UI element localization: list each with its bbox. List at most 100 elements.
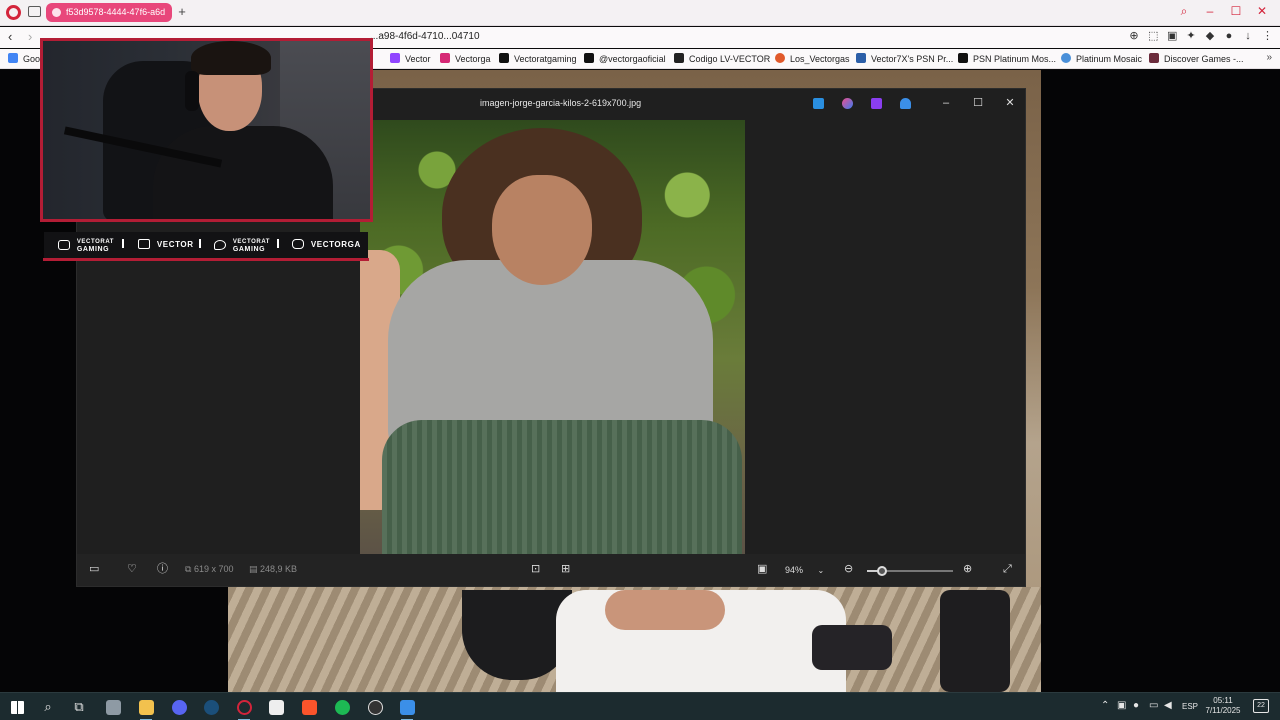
- twitch-icon: [138, 239, 150, 249]
- image-pants: [382, 420, 742, 555]
- bookmark-platinum-mosaic[interactable]: Platinum Mosaic: [1061, 53, 1142, 64]
- snapshot-icon[interactable]: ⬚: [1148, 30, 1158, 42]
- stream-socials-bar: VECTORAT GAMING VECTOR VECTORAT GAMING VEC…: [44, 232, 368, 258]
- reddit-icon: [775, 53, 785, 63]
- chevron-up-icon[interactable]: ⌃: [1101, 700, 1109, 711]
- zoom-slider-thumb[interactable]: [876, 566, 887, 576]
- tab-title: f53d9578-4444-47f6-a6d: [66, 7, 166, 17]
- file-info-icon[interactable]: ⓘ: [157, 562, 168, 576]
- discord-icon[interactable]: [170, 698, 188, 716]
- chevron-down-icon: ⌄: [817, 566, 825, 575]
- bookmark-google[interactable]: Goo: [8, 53, 40, 64]
- screen: f53d9578-4444-47f6-a6d + ⌕ – ☐ ✕ ‹ › ...…: [0, 0, 1280, 720]
- zoom-level-dropdown[interactable]: 94% ⌄: [783, 562, 833, 578]
- tray-app-icon[interactable]: ▣: [1117, 700, 1126, 711]
- url-field[interactable]: ...a98-4f6d-4710...04710: [370, 31, 480, 42]
- webcam-streamer-hair: [191, 41, 271, 75]
- windows-start-icon[interactable]: [8, 698, 26, 716]
- file-manager-icon[interactable]: [104, 698, 122, 716]
- zoom-icon[interactable]: ⊕: [1129, 30, 1139, 42]
- filmstrip-icon[interactable]: ▭: [89, 562, 99, 576]
- address-bar-icons: ⊕ ⬚ ▣ ✦ ◆ ● ↓ ⋮: [1129, 30, 1273, 42]
- social-separator: [122, 239, 124, 248]
- bookmark-instagram[interactable]: Vectorga: [440, 53, 491, 64]
- zoom-out-icon[interactable]: ⊖: [844, 562, 853, 576]
- psn-icon: [856, 53, 866, 63]
- workspace-icon[interactable]: [28, 6, 41, 17]
- new-tab-plus-icon[interactable]: +: [176, 5, 188, 19]
- notifications-icon[interactable]: 22: [1253, 699, 1269, 713]
- extensions-icon[interactable]: ✦: [1186, 30, 1196, 42]
- zoom-slider[interactable]: [867, 566, 953, 576]
- network-icon[interactable]: ▭: [1149, 700, 1158, 711]
- obs-icon[interactable]: [366, 698, 384, 716]
- epic-rockstar-icon[interactable]: [267, 698, 285, 716]
- bookmark-psn-profile[interactable]: Vector7X's PSN Pr...: [856, 53, 953, 64]
- viewer-file-name: imagen-jorge-garcia-kilos-2-619x700.jpg: [480, 98, 642, 108]
- social-youtube: VECTORAT GAMING: [58, 239, 114, 254]
- forward-arrow-icon[interactable]: ›: [28, 29, 32, 44]
- viewer-close-icon[interactable]: ✕: [1005, 96, 1015, 110]
- page-photo-shoe: [812, 625, 892, 670]
- minimize-icon[interactable]: –: [1204, 4, 1216, 18]
- viewer-maximize-icon[interactable]: ☐: [973, 96, 983, 110]
- text-extract-icon[interactable]: ⊞: [561, 562, 570, 576]
- bookmark-psn-mosaic[interactable]: PSN Platinum Mos...: [958, 53, 1056, 64]
- close-icon[interactable]: ✕: [1256, 4, 1268, 18]
- search-icon[interactable]: ⌕: [1178, 4, 1190, 18]
- zoom-in-icon[interactable]: ⊕: [963, 562, 972, 576]
- displayed-image[interactable]: [360, 120, 745, 555]
- browser-tab-active[interactable]: f53d9578-4444-47f6-a6d: [46, 3, 172, 22]
- bookmark-discover-games[interactable]: Discover Games -...: [1149, 53, 1244, 64]
- psnp-icon: [958, 53, 968, 63]
- favorite-heart-icon[interactable]: ♡: [127, 562, 137, 576]
- fullscreen-icon[interactable]: ⤢: [1003, 562, 1012, 576]
- clock-time: 05:11: [1213, 696, 1233, 705]
- more-bookmarks-icon[interactable]: »: [1266, 52, 1272, 63]
- webcam-headset: [185, 71, 199, 111]
- social-separator: [277, 239, 279, 248]
- dimensions-icon: ⧉: [185, 564, 192, 574]
- file-explorer-icon[interactable]: [137, 698, 155, 720]
- microphone-icon[interactable]: ●: [1133, 700, 1139, 711]
- trophy-icon: [1061, 53, 1071, 63]
- profile-icon[interactable]: ●: [1224, 30, 1234, 42]
- volume-icon[interactable]: ◀: [1164, 700, 1172, 711]
- clock-date: 7/11/2025: [1205, 706, 1241, 715]
- youtube-icon: [58, 240, 70, 250]
- spotify-icon[interactable]: [333, 698, 351, 716]
- actual-size-icon[interactable]: ▣: [757, 562, 767, 576]
- google-icon: [8, 53, 18, 63]
- task-view-icon[interactable]: ⧉: [70, 698, 88, 716]
- viewer-minimize-icon[interactable]: –: [941, 96, 951, 110]
- bookmark-tiktok[interactable]: @vectorgaoficial: [584, 53, 666, 64]
- wallet-icon[interactable]: ◆: [1205, 30, 1215, 42]
- copilot-app-icon[interactable]: [842, 98, 853, 109]
- paint-app-icon[interactable]: [813, 98, 824, 109]
- opera-gx-icon[interactable]: [235, 698, 253, 720]
- bookmark-reddit[interactable]: Los_Vectorgas: [775, 53, 850, 64]
- steam-icon[interactable]: [202, 698, 220, 716]
- back-arrow-icon[interactable]: ‹: [8, 29, 12, 44]
- maximize-icon[interactable]: ☐: [1230, 4, 1242, 18]
- visual-search-icon[interactable]: ⊡: [531, 562, 540, 576]
- twitter-icon: [214, 240, 226, 250]
- sidebar-icon[interactable]: ▣: [1167, 30, 1177, 42]
- bookmark-codigo[interactable]: Codigo LV-VECTOR: [674, 53, 770, 64]
- menu-icon[interactable]: ⋮: [1262, 30, 1273, 42]
- instagram-icon: [292, 239, 304, 249]
- instagram-icon: [440, 53, 450, 63]
- bookmark-twitch[interactable]: Vector: [390, 53, 431, 64]
- photos-app-icon[interactable]: [398, 698, 416, 720]
- bookmark-x[interactable]: Vectoratgaming: [499, 53, 577, 64]
- opera-logo-icon[interactable]: [6, 5, 21, 20]
- search-icon[interactable]: ⌕: [39, 698, 57, 716]
- download-icon[interactable]: ↓: [1243, 30, 1253, 42]
- clipchamp-app-icon[interactable]: [871, 98, 882, 109]
- image-face: [492, 175, 592, 285]
- social-twitch: VECTOR: [138, 239, 194, 250]
- input-language[interactable]: ESP: [1182, 702, 1198, 711]
- system-clock[interactable]: 05:11 7/11/2025: [1203, 696, 1243, 716]
- brave-icon[interactable]: [300, 698, 318, 716]
- onedrive-cloud-icon[interactable]: [900, 98, 911, 109]
